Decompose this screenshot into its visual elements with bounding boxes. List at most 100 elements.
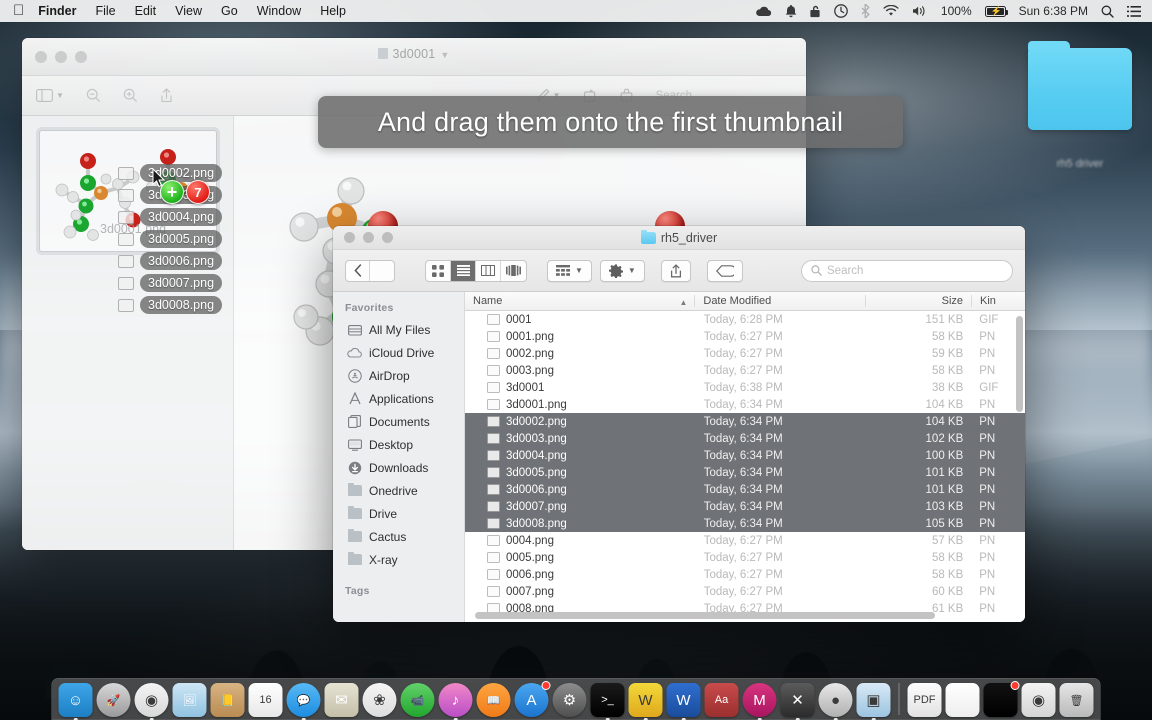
dock-item-avogadro[interactable]: ●	[818, 683, 853, 720]
dock-item-ibooks[interactable]: 📖	[476, 683, 511, 717]
dock-item-app-store[interactable]: A	[514, 681, 551, 717]
notification-center-icon[interactable]	[1127, 5, 1141, 17]
table-row[interactable]: 0002.png Today, 6:27 PM 59 KB PN	[465, 345, 1025, 362]
table-row[interactable]: 0003.png Today, 6:27 PM 58 KB PN	[465, 362, 1025, 379]
dock-item-terminal[interactable]: >_	[590, 683, 625, 720]
dock-item-word[interactable]: W	[666, 683, 701, 720]
cloud-icon[interactable]	[755, 6, 772, 17]
dock-item-chrome-window[interactable]: ◉	[1021, 683, 1056, 717]
share-button[interactable]	[660, 259, 691, 282]
dock-item-pdf-document[interactable]: PDF	[907, 683, 942, 717]
dock-item-contacts[interactable]: 📒	[210, 683, 245, 717]
table-row[interactable]: 0001.png Today, 6:27 PM 58 KB PN	[465, 328, 1025, 345]
sidebar-item-onedrive[interactable]: Onedrive	[333, 479, 464, 502]
table-row[interactable]: 0004.png Today, 6:27 PM 57 KB PN	[465, 532, 1025, 549]
sidebar-item-airdrop[interactable]: AirDrop	[333, 364, 464, 387]
tag-button[interactable]	[706, 259, 743, 282]
menu-bar-clock[interactable]: Sun 6:38 PM	[1019, 5, 1088, 17]
column-header-size[interactable]: Size	[865, 295, 971, 307]
chevron-down-icon[interactable]: ▼	[440, 50, 449, 60]
menu-item-go[interactable]: Go	[221, 4, 238, 18]
navigation-buttons[interactable]	[345, 259, 395, 282]
bell-icon[interactable]	[785, 4, 797, 18]
sidebar-item-documents[interactable]: Documents	[333, 410, 464, 433]
folder-icon[interactable]	[1028, 41, 1132, 130]
finder-file-list[interactable]: Name ▲ Date Modified Size Kin 0001 Today,…	[465, 292, 1025, 622]
dock-item-mendeley[interactable]: M	[742, 683, 777, 720]
table-row[interactable]: 3d0007.png Today, 6:34 PM 103 KB PN	[465, 498, 1025, 515]
sidebar-item-desktop[interactable]: Desktop	[333, 433, 464, 456]
preview-titlebar[interactable]: 3d0001 ▼	[22, 38, 806, 76]
table-row[interactable]: 3d0005.png Today, 6:34 PM 101 KB PN	[465, 464, 1025, 481]
column-header-date-modified[interactable]: Date Modified	[694, 295, 865, 307]
dock-item-chrome[interactable]: ◉	[134, 683, 169, 720]
finder-window[interactable]: rh5_driver ▼ ▼ Search Favorites All My F…	[333, 226, 1025, 622]
bluetooth-icon[interactable]	[861, 4, 870, 18]
zoom-out-icon[interactable]	[86, 88, 101, 103]
sidebar-item-x-ray[interactable]: X-ray	[333, 548, 464, 571]
menu-item-window[interactable]: Window	[257, 4, 301, 18]
action-menu-button[interactable]: ▼	[599, 259, 645, 282]
apple-menu-icon[interactable]: 	[13, 3, 24, 18]
dock-item-trash[interactable]: 🗑	[1059, 683, 1094, 717]
list-view-icon[interactable]	[451, 260, 476, 281]
column-header-name[interactable]: Name ▲	[465, 295, 694, 307]
column-header-kind[interactable]: Kin	[971, 295, 1025, 307]
chevron-down-icon[interactable]: ▼	[628, 266, 636, 275]
table-row[interactable]: 3d0004.png Today, 6:34 PM 100 KB PN	[465, 447, 1025, 464]
dock-item-facetime[interactable]: 📹	[400, 683, 435, 717]
sidebar-item-icloud-drive[interactable]: iCloud Drive	[333, 341, 464, 364]
vertical-scrollbar[interactable]	[1016, 316, 1023, 412]
dock-item-launchpad[interactable]: 🚀	[96, 683, 131, 717]
file-rows-container[interactable]: 0001 Today, 6:28 PM 151 KB GIF 0001.png Today…	[465, 311, 1025, 622]
menu-item-help[interactable]: Help	[320, 4, 346, 18]
table-row[interactable]: 3d0006.png Today, 6:34 PM 101 KB PN	[465, 481, 1025, 498]
menu-item-finder[interactable]: Finder	[38, 4, 76, 18]
finder-toolbar[interactable]: ▼ ▼ Search	[333, 250, 1025, 292]
dock-item-mail[interactable]: ✉	[324, 683, 359, 717]
arrange-by-button[interactable]: ▼	[547, 259, 592, 282]
sidebar-toggle-icon[interactable]: ▼	[36, 89, 64, 102]
table-row[interactable]: 0001 Today, 6:28 PM 151 KB GIF	[465, 311, 1025, 328]
finder-search-input[interactable]: Search	[801, 259, 1013, 282]
dock-item-mathematica[interactable]: W	[628, 683, 663, 720]
table-row[interactable]: 0006.png Today, 6:27 PM 58 KB PN	[465, 566, 1025, 583]
table-row[interactable]: 0005.png Today, 6:27 PM 58 KB PN	[465, 549, 1025, 566]
column-view-icon[interactable]	[476, 260, 501, 281]
dock[interactable]: ☺ 🚀 ◉ 🖼 📒 16 💬 ✉ ❀ 📹 ♪ 📖 A ⚙ >_ W W Aa M ✕ ● ▣ PDF ◉ 🗑	[51, 678, 1101, 720]
battery-charging-icon[interactable]: ⚡	[984, 5, 1009, 17]
sidebar-item-downloads[interactable]: Downloads	[333, 456, 464, 479]
dock-item-photos[interactable]: ❀	[362, 683, 397, 717]
dock-item-terminal-window[interactable]	[983, 681, 1020, 717]
volume-icon[interactable]	[912, 5, 928, 17]
dock-item-blank-document[interactable]	[945, 683, 980, 717]
zoom-in-icon[interactable]	[123, 88, 138, 103]
finder-titlebar[interactable]: rh5_driver	[333, 226, 1025, 250]
sidebar-item-applications[interactable]: Applications	[333, 387, 464, 410]
table-row[interactable]: 3d0003.png Today, 6:34 PM 102 KB PN	[465, 430, 1025, 447]
forward-chevron-icon[interactable]	[370, 261, 394, 281]
icon-view-icon[interactable]	[426, 260, 451, 281]
dock-item-messages[interactable]: 💬	[286, 683, 321, 720]
share-icon[interactable]	[160, 88, 173, 103]
dock-item-xcode[interactable]: ✕	[780, 683, 815, 720]
wifi-icon[interactable]	[883, 5, 899, 17]
spotlight-search-icon[interactable]	[1101, 5, 1114, 18]
table-row[interactable]: 0007.png Today, 6:27 PM 60 KB PN	[465, 583, 1025, 600]
view-mode-switcher[interactable]	[425, 259, 527, 282]
menu-item-edit[interactable]: Edit	[135, 4, 157, 18]
menu-item-view[interactable]: View	[175, 4, 202, 18]
dock-item-system-preferences[interactable]: ⚙	[552, 683, 587, 717]
sidebar-item-cactus[interactable]: Cactus	[333, 525, 464, 548]
desktop-folder-item[interactable]: rh5 driver	[1028, 41, 1132, 170]
dock-item-finder[interactable]: ☺	[58, 683, 93, 720]
dock-item-preview[interactable]: 🖼	[172, 683, 207, 717]
back-chevron-icon[interactable]	[346, 260, 371, 281]
lock-icon[interactable]	[810, 5, 821, 18]
chevron-down-icon[interactable]: ▼	[575, 266, 583, 275]
sidebar-item-all-my-files[interactable]: All My Files	[333, 318, 464, 341]
table-row[interactable]: 3d0002.png Today, 6:34 PM 104 KB PN	[465, 413, 1025, 430]
coverflow-view-icon[interactable]	[501, 261, 526, 281]
dock-item-calendar[interactable]: 16	[248, 683, 283, 717]
table-row[interactable]: 3d0001.png Today, 6:34 PM 104 KB PN	[465, 396, 1025, 413]
